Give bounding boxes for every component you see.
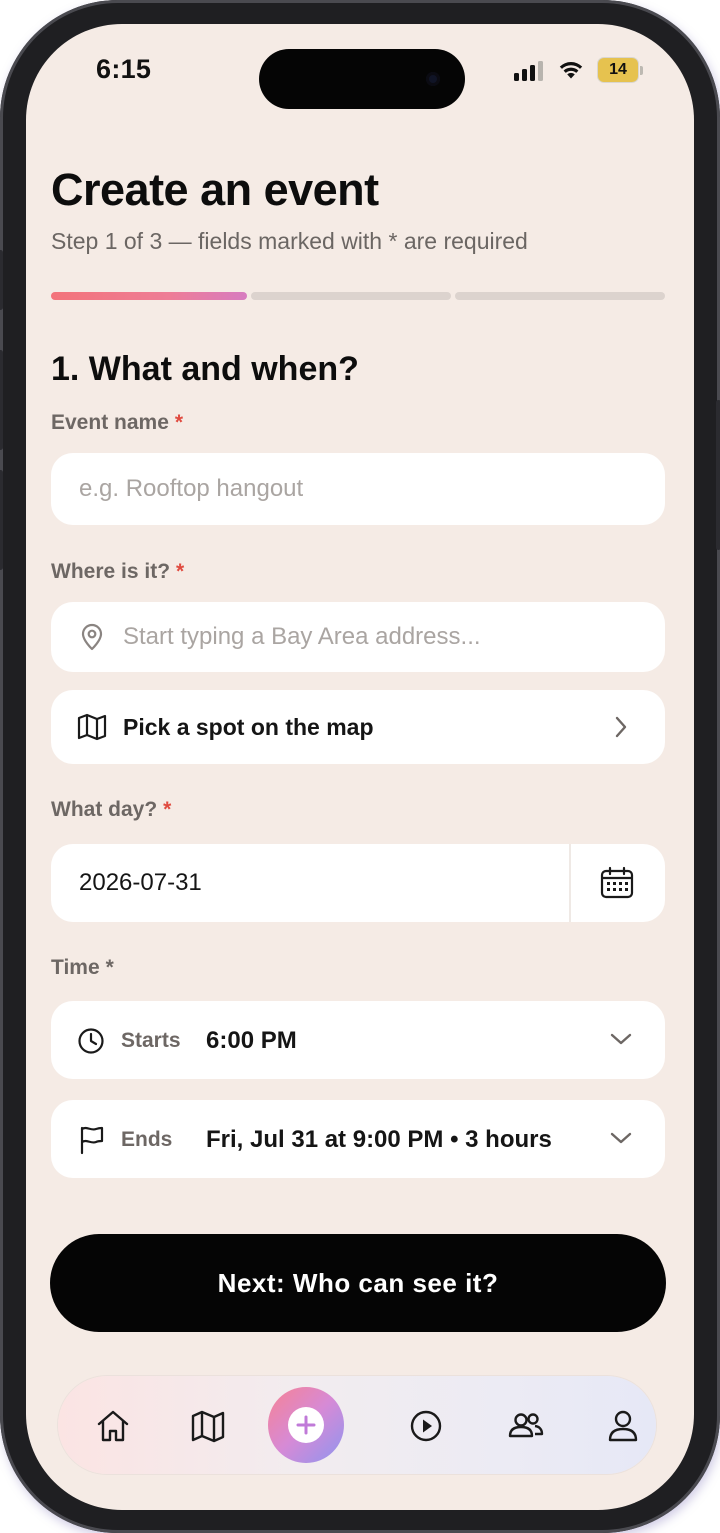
ends-value: Fri, Jul 31 at 9:00 PM • 3 hours (206, 1126, 552, 1153)
volume-down-button (0, 470, 3, 570)
profile-icon[interactable] (603, 1406, 643, 1446)
clock-icon (78, 1028, 104, 1054)
home-icon[interactable] (93, 1406, 133, 1446)
app-screen: 6:15 14 Create an event Step 1 of 3 — fi… (26, 24, 694, 1510)
date-field-divider (569, 844, 571, 922)
battery-level: 14 (598, 58, 638, 82)
address-placeholder: Start typing a Bay Area address... (123, 623, 481, 650)
progress-step-3 (455, 292, 665, 300)
progress-step-2 (251, 292, 451, 300)
flag-icon (80, 1126, 104, 1155)
power-button (716, 400, 720, 550)
required-marker: * (174, 411, 184, 434)
event-name-placeholder: e.g. Rooftop hangout (79, 475, 304, 502)
event-name-label-text: Event name (51, 411, 169, 434)
next-button[interactable]: Next: Who can see it? (50, 1234, 666, 1332)
phone-frame: 6:15 14 Create an event Step 1 of 3 — fi… (0, 0, 720, 1533)
cellular-signal-icon (514, 61, 546, 81)
required-marker: * (176, 560, 185, 583)
starts-label: Starts (121, 1029, 181, 1052)
date-label: What day? * (51, 798, 171, 822)
time-label-text: Time (51, 956, 100, 979)
chevron-right-icon (615, 716, 627, 738)
pick-on-map-label: Pick a spot on the map (123, 714, 374, 740)
chevron-down-icon (610, 1132, 632, 1144)
volume-up-button (0, 350, 3, 450)
ends-label: Ends (121, 1128, 173, 1151)
create-event-button[interactable] (268, 1387, 344, 1463)
map-icon[interactable] (188, 1406, 228, 1446)
bottom-tab-bar (58, 1376, 656, 1474)
address-input[interactable]: Start typing a Bay Area address... (51, 602, 665, 672)
progress-step-1 (51, 292, 247, 300)
pick-on-map-button[interactable]: Pick a spot on the map (51, 690, 665, 764)
chevron-down-icon (610, 1033, 632, 1045)
start-time-select[interactable]: Starts 6:00 PM (51, 1001, 665, 1079)
play-icon[interactable] (406, 1406, 446, 1446)
wifi-icon (559, 62, 583, 79)
create-plus-icon (288, 1407, 324, 1443)
date-value: 2026-07-31 (79, 869, 202, 896)
people-icon[interactable] (506, 1406, 546, 1446)
event-name-input[interactable]: e.g. Rooftop hangout (51, 453, 665, 525)
map-icon (77, 713, 107, 741)
end-time-select[interactable]: Ends Fri, Jul 31 at 9:00 PM • 3 hours (51, 1100, 665, 1178)
front-camera (426, 72, 440, 86)
location-label: Where is it? * (51, 560, 184, 584)
time-label: Time * (51, 956, 114, 980)
battery-cap (640, 66, 643, 75)
date-input[interactable]: 2026-07-31 (51, 844, 665, 922)
calendar-icon[interactable] (599, 866, 635, 900)
step-progress (51, 292, 665, 301)
location-pin-icon (81, 623, 103, 651)
required-marker: * (163, 798, 172, 821)
starts-value: 6:00 PM (206, 1027, 297, 1054)
page-title: Create an event (51, 164, 379, 215)
event-name-label: Event name * (51, 411, 183, 435)
action-button (0, 250, 3, 310)
required-marker: * (105, 956, 114, 979)
dynamic-island (259, 49, 465, 109)
page-subtitle: Step 1 of 3 — fields marked with * are r… (51, 228, 528, 254)
location-label-text: Where is it? (51, 560, 171, 583)
status-time: 6:15 (96, 54, 152, 84)
date-label-text: What day? (51, 798, 158, 821)
section-title: 1. What and when? (51, 350, 359, 388)
